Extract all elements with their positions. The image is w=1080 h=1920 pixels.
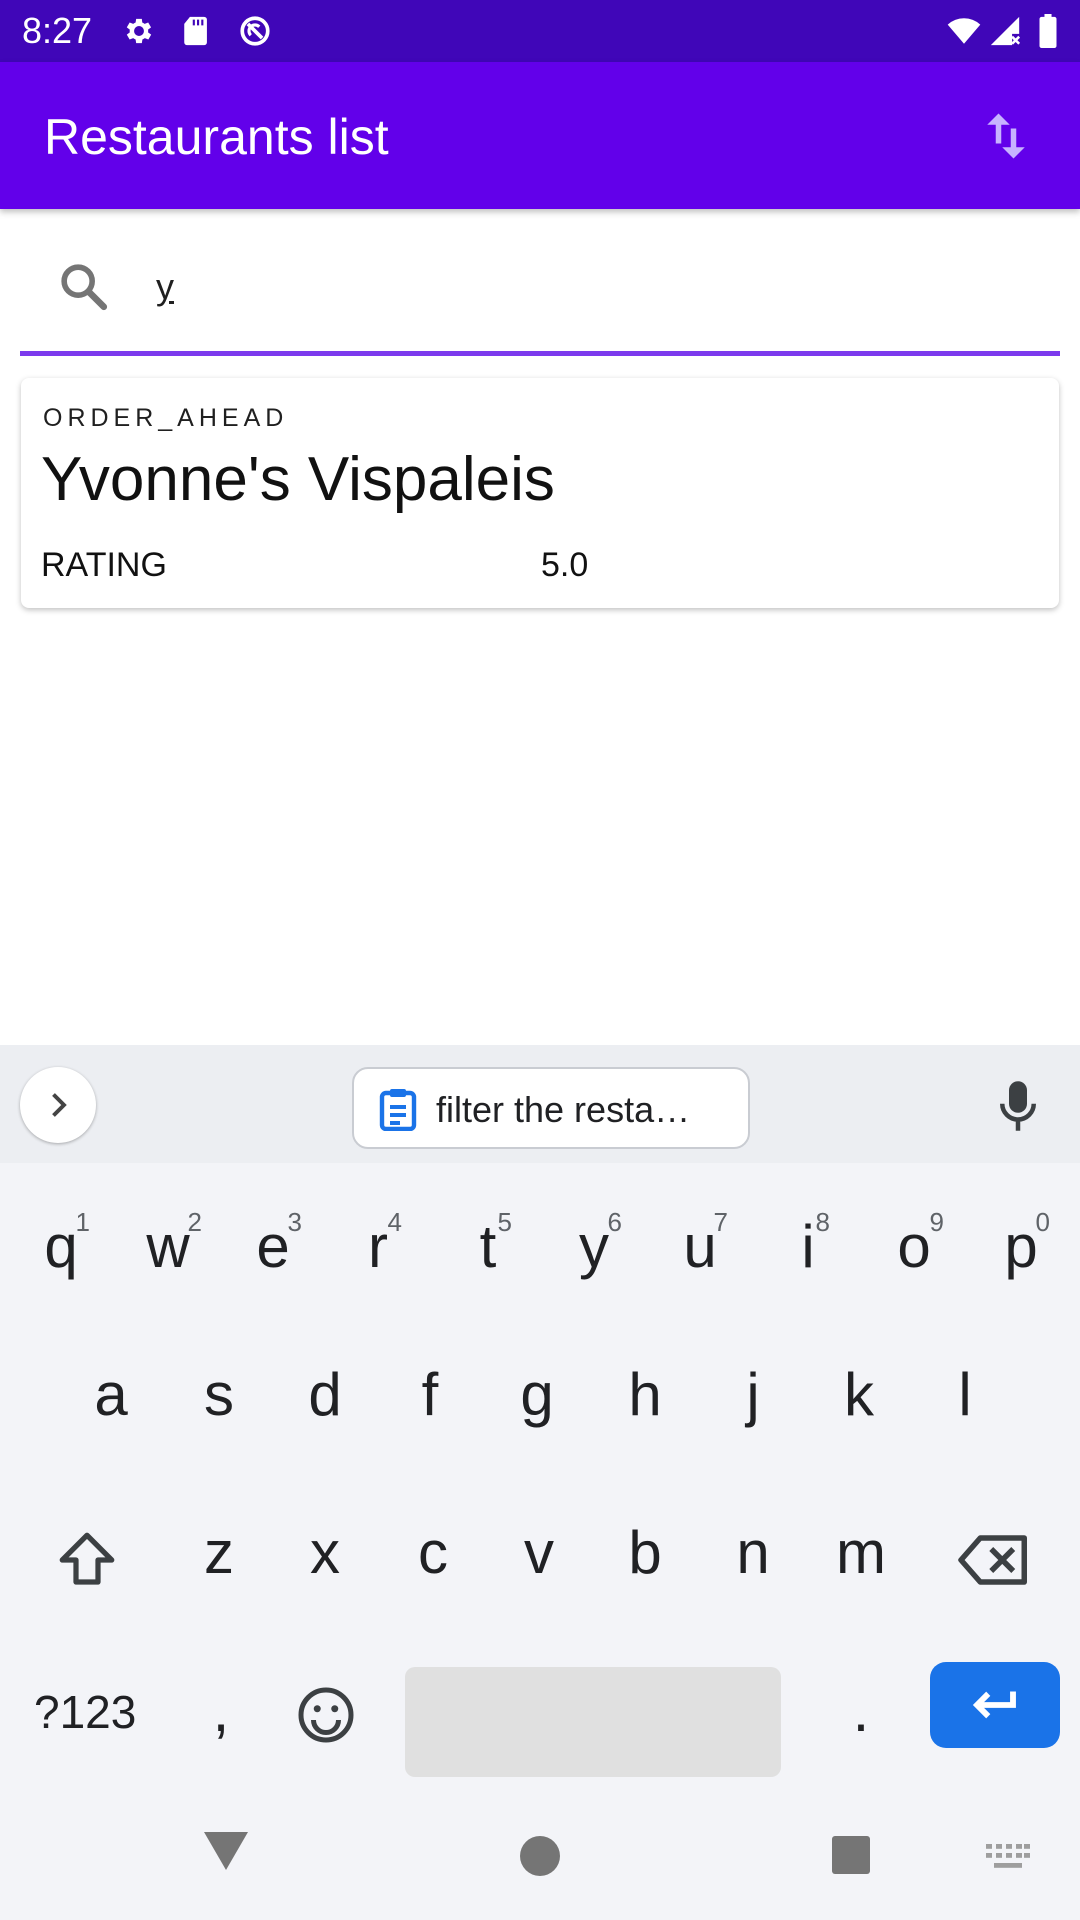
emoji-icon[interactable] — [296, 1685, 356, 1745]
key-x[interactable]: x — [300, 1523, 350, 1583]
rating-value: 5.0 — [541, 546, 589, 584]
key-label: g — [520, 1361, 554, 1428]
key-hint: 5 — [497, 1207, 512, 1237]
key-a[interactable]: a — [86, 1365, 136, 1425]
app-bar: Restaurants list — [0, 62, 1080, 209]
search-input-value: y — [156, 266, 174, 307]
key-n[interactable]: n — [726, 1523, 780, 1583]
key-label: s — [204, 1361, 234, 1428]
key-i[interactable]: i8 — [790, 1207, 830, 1277]
wifi-icon — [947, 18, 981, 44]
key-hint: 7 — [713, 1207, 728, 1237]
restaurant-name: Yvonne's Vispaleis — [41, 445, 555, 514]
expand-toolbar-button[interactable] — [20, 1067, 96, 1143]
key-d[interactable]: d — [300, 1365, 350, 1425]
key-q[interactable]: q1 — [36, 1207, 90, 1277]
enter-key[interactable] — [930, 1662, 1060, 1748]
restaurant-type: ORDER_AHEAD — [43, 404, 289, 432]
key-e[interactable]: e3 — [248, 1207, 302, 1277]
nav-recents-icon[interactable] — [832, 1836, 870, 1874]
key-w[interactable]: w2 — [138, 1207, 202, 1277]
nav-home-icon[interactable] — [520, 1836, 560, 1876]
key-period[interactable]: . — [846, 1681, 876, 1741]
key-m[interactable]: m — [828, 1523, 894, 1583]
key-p[interactable]: p0 — [996, 1207, 1050, 1277]
key-comma[interactable]: , — [206, 1681, 236, 1741]
key-v[interactable]: v — [514, 1523, 564, 1583]
sort-icon[interactable] — [976, 106, 1036, 166]
status-bar: 8:27 — [0, 0, 1080, 62]
key-label: , — [212, 1677, 230, 1744]
key-k[interactable]: k — [834, 1365, 884, 1425]
key-label: n — [736, 1519, 770, 1586]
key-label: z — [204, 1519, 234, 1586]
enter-arrow-icon — [972, 1691, 1016, 1719]
key-g[interactable]: g — [512, 1365, 562, 1425]
keyboard-switch-icon[interactable] — [986, 1844, 1030, 1872]
key-label: k — [844, 1361, 874, 1428]
key-c[interactable]: c — [408, 1523, 458, 1583]
symbols-key[interactable]: ?123 — [34, 1685, 136, 1739]
key-label: d — [308, 1361, 342, 1428]
key-r[interactable]: r4 — [358, 1207, 402, 1277]
keyboard-suggestion-strip: filter the resta… — [0, 1045, 1080, 1163]
key-hint: 0 — [1035, 1207, 1050, 1237]
key-label: l — [958, 1361, 972, 1428]
key-hint: 3 — [287, 1207, 302, 1237]
key-y[interactable]: y6 — [570, 1207, 622, 1277]
key-label: m — [836, 1519, 886, 1586]
key-hint: 2 — [187, 1207, 202, 1237]
key-label: v — [524, 1519, 554, 1586]
key-hint: 4 — [387, 1207, 402, 1237]
key-label: . — [852, 1677, 870, 1744]
key-label: f — [421, 1361, 439, 1428]
key-u[interactable]: u7 — [676, 1207, 728, 1277]
clipboard-icon — [379, 1089, 417, 1131]
backspace-icon[interactable] — [958, 1527, 1030, 1593]
key-h[interactable]: h — [620, 1365, 670, 1425]
key-t[interactable]: t5 — [468, 1207, 512, 1277]
space-key[interactable] — [405, 1667, 781, 1777]
key-s[interactable]: s — [194, 1365, 244, 1425]
key-label: b — [628, 1519, 662, 1586]
clipboard-suggestion-chip[interactable]: filter the resta… — [352, 1067, 750, 1149]
key-label: j — [746, 1361, 760, 1428]
app-badge-icon — [240, 16, 270, 46]
clipboard-suggestion-text: filter the resta… — [436, 1089, 691, 1130]
key-l[interactable]: l — [950, 1365, 980, 1425]
cell-signal-icon — [990, 16, 1021, 46]
gear-icon — [126, 18, 152, 44]
soft-keyboard: filter the resta… q1 w2 e3 r4 t5 y6 u7 i… — [0, 1045, 1080, 1920]
microphone-icon[interactable] — [996, 1079, 1040, 1133]
page-title: Restaurants list — [44, 109, 389, 165]
chevron-right-icon — [52, 1093, 67, 1117]
search-input[interactable]: y — [156, 257, 1036, 317]
key-j[interactable]: j — [738, 1365, 768, 1425]
search-icon — [61, 264, 108, 311]
status-time: 8:27 — [22, 10, 93, 51]
key-label: h — [628, 1361, 662, 1428]
key-hint: 1 — [75, 1207, 90, 1237]
search-bar: y — [0, 209, 1080, 359]
battery-icon — [1039, 14, 1057, 48]
search-underline — [20, 351, 1060, 356]
key-label: a — [94, 1361, 128, 1428]
key-o[interactable]: o9 — [888, 1207, 944, 1277]
nav-back-icon[interactable] — [202, 1830, 250, 1872]
key-z[interactable]: z — [194, 1523, 244, 1583]
key-hint: 6 — [607, 1207, 622, 1237]
key-label: c — [418, 1519, 448, 1586]
shift-icon[interactable] — [54, 1527, 120, 1593]
key-hint: 9 — [929, 1207, 944, 1237]
rating-label: RATING — [41, 546, 167, 584]
key-f[interactable]: f — [410, 1365, 450, 1425]
sd-card-icon — [184, 16, 207, 46]
key-hint: 8 — [815, 1207, 830, 1237]
key-b[interactable]: b — [620, 1523, 670, 1583]
restaurant-card[interactable]: ORDER_AHEAD Yvonne's Vispaleis RATING 5.… — [21, 378, 1059, 608]
key-label: x — [310, 1519, 340, 1586]
